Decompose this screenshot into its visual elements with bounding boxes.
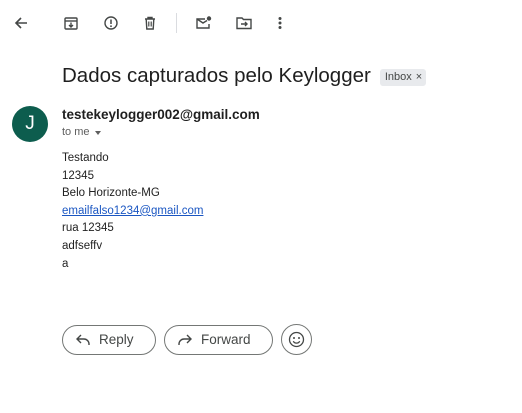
inbox-label-chip[interactable]: Inbox × bbox=[379, 68, 427, 86]
report-spam-icon[interactable] bbox=[96, 8, 126, 38]
forward-button[interactable]: Forward bbox=[164, 324, 273, 355]
recipient-text: to me bbox=[62, 126, 90, 138]
avatar[interactable]: J bbox=[12, 106, 48, 142]
toolbar-divider bbox=[176, 13, 177, 33]
reply-button[interactable]: Reply bbox=[62, 324, 156, 355]
email-body: Testando 12345 Belo Horizonte-MG emailfa… bbox=[62, 150, 203, 273]
email-link[interactable]: emailfalso1234@gmail.com bbox=[62, 205, 203, 217]
chevron-down-icon bbox=[94, 130, 101, 135]
remove-label-icon[interactable]: × bbox=[416, 71, 422, 83]
delete-icon[interactable] bbox=[135, 8, 165, 38]
body-line: Belo Horizonte-MG bbox=[62, 187, 160, 200]
emoji-reaction-button[interactable] bbox=[281, 324, 312, 355]
archive-icon[interactable] bbox=[56, 8, 86, 38]
body-line: a bbox=[62, 257, 69, 270]
email-subject: Dados capturados pelo Keylogger bbox=[62, 64, 371, 87]
reply-actions: Reply Forward bbox=[62, 324, 312, 355]
body-line: adfseffv bbox=[62, 239, 103, 252]
toolbar bbox=[0, 0, 522, 46]
emoji-icon bbox=[288, 331, 305, 348]
forward-label: Forward bbox=[201, 332, 251, 347]
label-text: Inbox bbox=[384, 71, 412, 83]
reply-icon bbox=[76, 334, 90, 345]
forward-icon bbox=[178, 334, 192, 345]
reply-label: Reply bbox=[99, 332, 134, 347]
mark-unread-icon[interactable] bbox=[189, 8, 219, 38]
subject-row: Dados capturados pelo Keylogger Inbox × bbox=[62, 62, 427, 90]
move-to-icon[interactable] bbox=[229, 8, 259, 38]
body-line: rua 12345 bbox=[62, 222, 114, 235]
body-line: 12345 bbox=[62, 169, 94, 182]
back-arrow-icon[interactable] bbox=[6, 8, 36, 38]
recipient-details-toggle[interactable]: to me bbox=[62, 126, 101, 138]
more-vert-icon[interactable] bbox=[265, 8, 295, 38]
sender-email: testekeylogger002@gmail.com bbox=[62, 107, 260, 122]
body-line: Testando bbox=[62, 152, 109, 164]
